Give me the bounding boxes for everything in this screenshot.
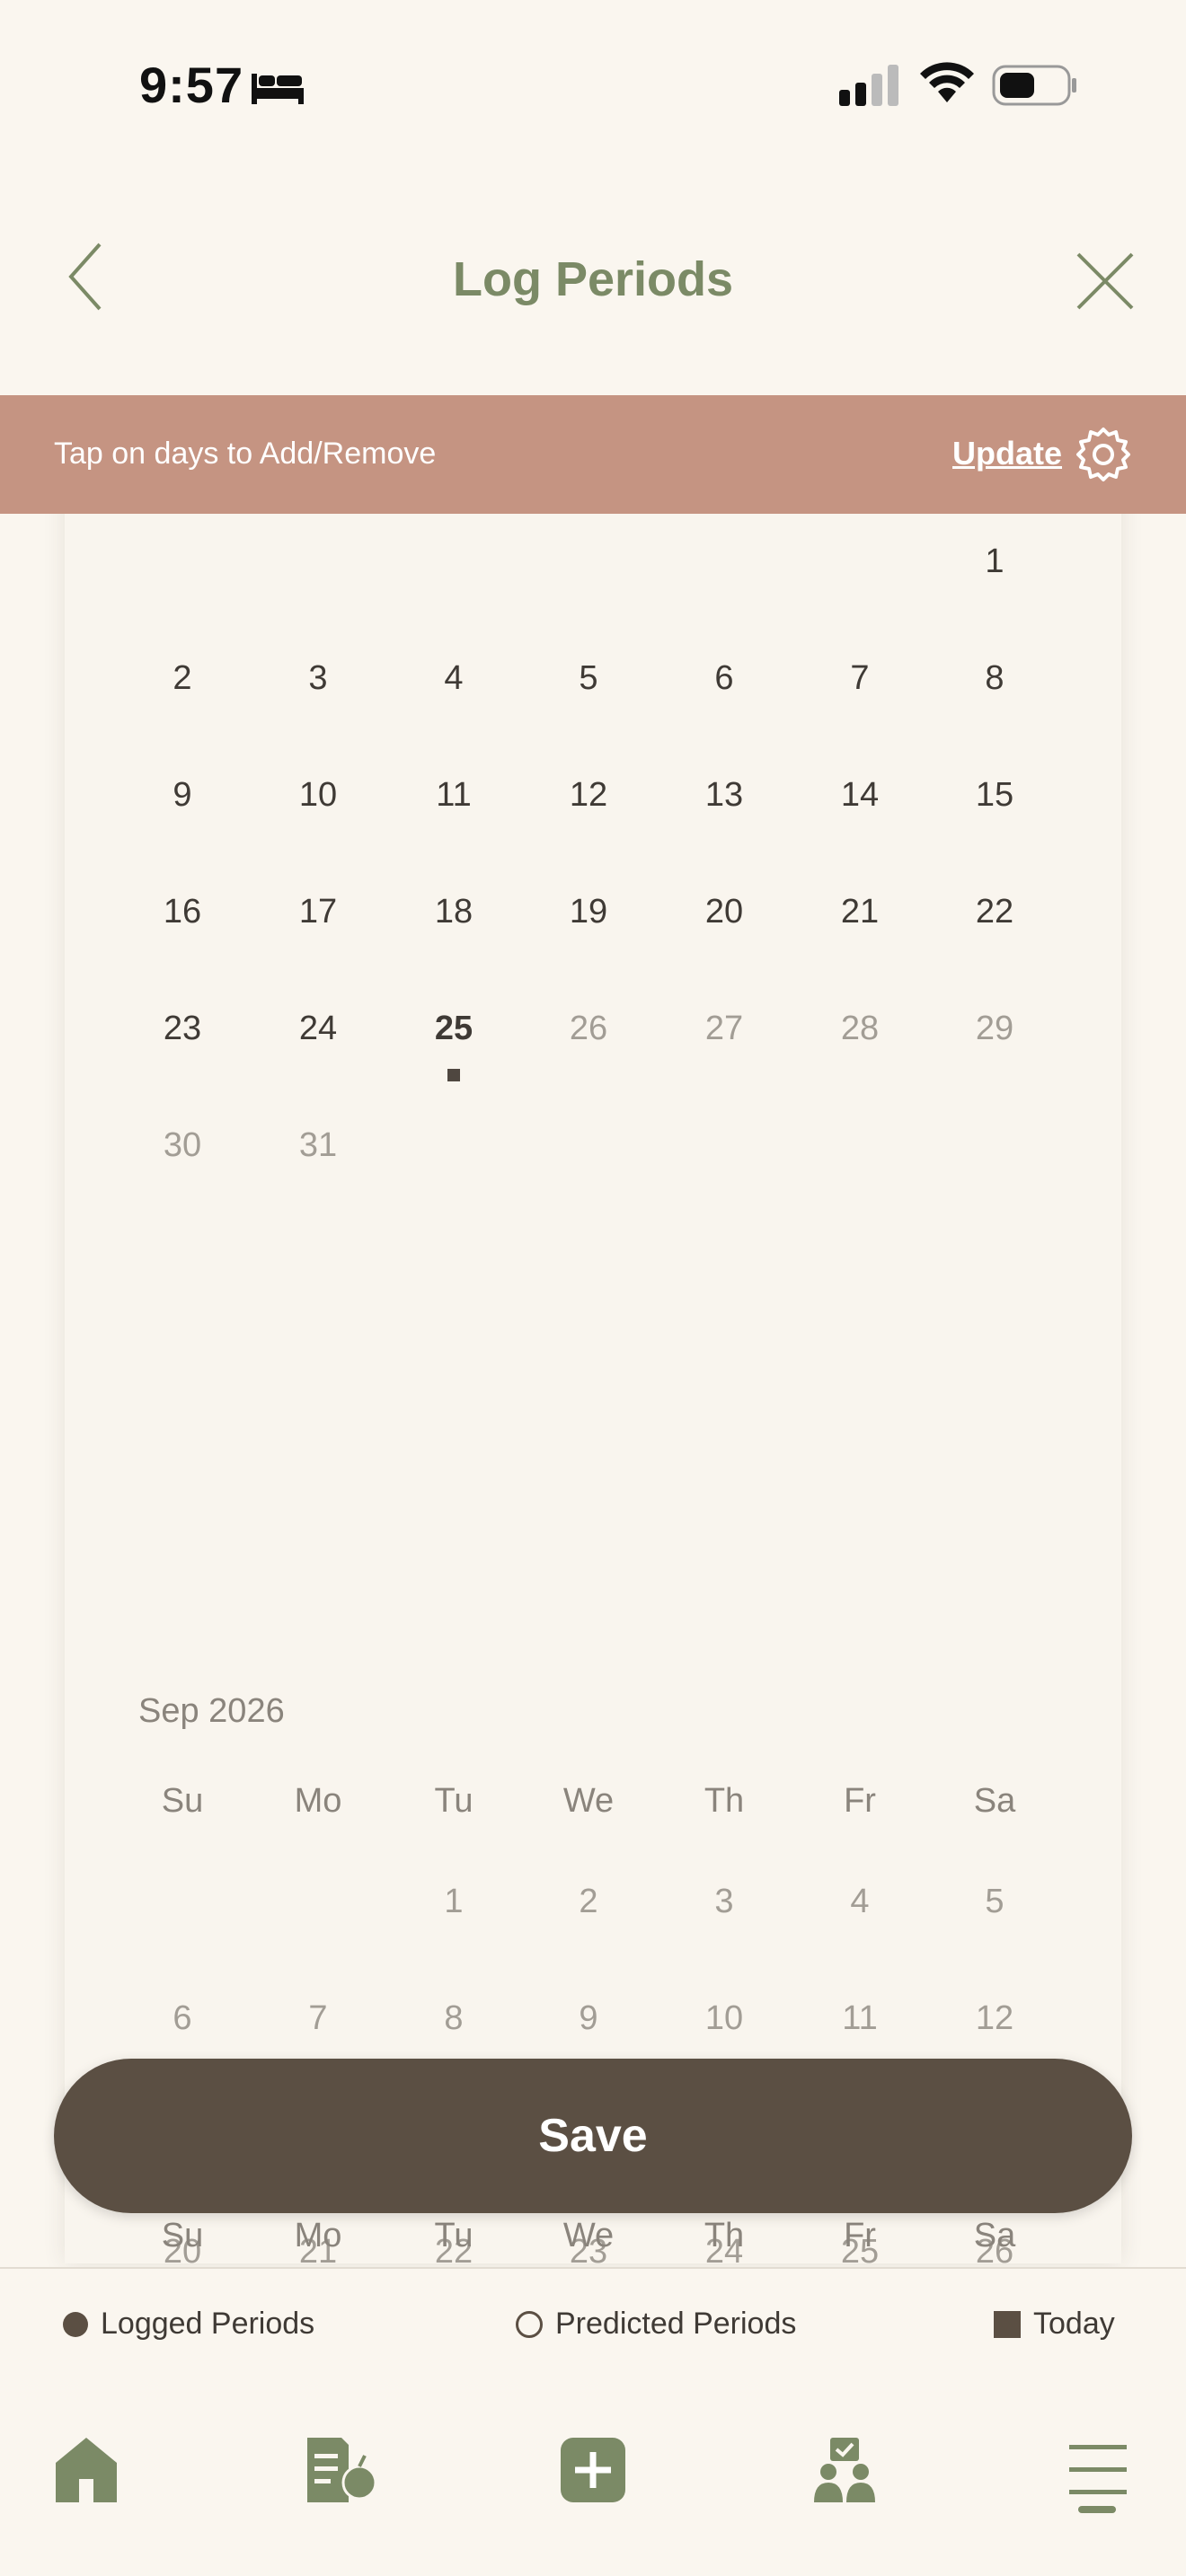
add-icon [559,2436,627,2509]
aug-day-cell[interactable]: 12 [521,776,656,815]
aug-day-cell[interactable]: 22 [927,893,1062,931]
menu-icon [1069,2443,1127,2501]
home-icon [54,2436,119,2509]
aug-day-cell[interactable]: 13 [657,776,792,815]
close-icon [1076,252,1134,314]
aug-day-cell[interactable]: 29 [927,1010,1062,1048]
weekday-label: We [562,1782,615,1820]
weekday-label: Mo [294,2217,342,2254]
update-link[interactable]: Update [952,435,1062,472]
aug-day-cell[interactable]: 16 [115,893,250,931]
header: Log Periods [0,198,1186,395]
aug-day-cell[interactable]: 15 [927,776,1062,815]
aug-day-cell[interactable]: 18 [386,893,521,931]
aug-day-cell[interactable]: 1 [927,543,1062,581]
sep-day-cell[interactable]: 5 [927,1883,1062,1921]
aug-day-cell[interactable]: 4 [386,659,521,698]
weekday-label: Th [704,1782,745,1820]
weekday-label: Sa [973,1782,1016,1820]
aug-day-cell[interactable]: 10 [251,776,385,815]
aug-day-cell[interactable]: 25 [386,1010,521,1048]
logged-dot-icon [63,2311,88,2337]
aug-day-cell[interactable]: 26 [521,1010,656,1048]
aug-day-cell[interactable]: 27 [657,1010,792,1048]
bed-icon [252,70,304,109]
legend: Logged Periods Predicted Periods Today [0,2267,1186,2380]
close-button[interactable] [1069,247,1141,319]
weekday-label: Mo [294,1782,342,1820]
aug-day-cell[interactable]: 23 [115,1010,250,1048]
status-time: 9:57 [139,57,244,113]
weekday-label: Sa [973,2217,1016,2254]
community-icon [812,2436,877,2509]
today-square-icon [994,2310,1021,2338]
month-label-sep: Sep 2026 [138,1692,285,1730]
weekday-label: Tu [434,2217,474,2254]
aug-day-cell[interactable]: 5 [521,659,656,698]
nav-home[interactable] [41,2427,131,2517]
legend-logged-label: Logged Periods [101,2307,315,2341]
aug-day-cell[interactable]: 17 [251,893,385,931]
sep-day-cell[interactable]: 12 [927,1999,1062,2038]
weekday-label: We [562,2217,615,2254]
battery-icon [992,65,1078,110]
predicted-dot-icon [516,2310,543,2338]
aug-day-cell[interactable]: 19 [521,893,656,931]
active-nav-indicator [1078,2506,1116,2513]
legend-today-label: Today [1033,2307,1115,2341]
gear-icon[interactable] [1075,426,1132,488]
nav-community[interactable] [800,2427,890,2517]
sep-day-cell[interactable]: 3 [657,1883,792,1921]
signal-icon [839,65,902,110]
aug-day-cell[interactable]: 8 [927,659,1062,698]
nav-food-log[interactable] [296,2427,386,2517]
banner-text: Tap on days to Add/Remove [54,437,437,471]
calendar-card: 1 2 3 4 5 6 7 8 9 10 11 12 13 14 15 16 17 18 19 20 21 22 23 24 2… [65,467,1121,2263]
legend-logged: Logged Periods [63,2307,314,2342]
aug-day-cell[interactable]: 3 [251,659,385,698]
page-title: Log Periods [452,252,734,306]
sep-day-cell[interactable]: 4 [792,1883,927,1921]
aug-day-cell[interactable]: 11 [386,776,521,815]
sep-day-cell[interactable]: 6 [115,1999,250,2038]
legend-predicted-label: Predicted Periods [555,2307,797,2341]
sep-day-cell[interactable]: 8 [386,1999,521,2038]
sep-day-cell[interactable]: 7 [251,1999,385,2038]
wifi-icon [918,59,976,109]
food-log-icon [305,2436,377,2509]
weekday-label: Su [161,1782,204,1820]
aug-day-cell[interactable]: 21 [792,893,927,931]
weekday-label: Fr [844,1782,876,1820]
aug-day-cell[interactable]: 28 [792,1010,927,1048]
bottom-nav [0,2378,1186,2576]
weekday-label: Su [161,2217,204,2254]
nav-add[interactable] [548,2427,638,2517]
aug-day-cell[interactable]: 24 [251,1010,385,1048]
aug-day-cell[interactable]: 30 [115,1126,250,1165]
today-marker [447,1069,460,1081]
aug-day-cell[interactable]: 6 [657,659,792,698]
instruction-banner: Tap on days to Add/Remove Update [0,395,1186,514]
aug-day-cell[interactable]: 2 [115,659,250,698]
legend-today: Today [994,2307,1115,2342]
legend-predicted: Predicted Periods [516,2307,796,2342]
weekday-label: Fr [844,2217,876,2254]
aug-day-cell[interactable]: 9 [115,776,250,815]
aug-day-cell[interactable]: 31 [251,1126,385,1165]
aug-day-cell[interactable]: 20 [657,893,792,931]
sep-day-cell[interactable]: 1 [386,1883,521,1921]
weekday-label: Th [704,2217,745,2254]
save-button[interactable]: Save [54,2059,1132,2213]
sep-day-cell[interactable]: 9 [521,1999,656,2038]
aug-day-cell[interactable]: 7 [792,659,927,698]
sep-day-cell[interactable]: 2 [521,1883,656,1921]
sep-day-cell[interactable]: 10 [657,1999,792,2038]
status-bar: 9:57 [0,0,1186,171]
aug-day-cell[interactable]: 14 [792,776,927,815]
sep-day-cell[interactable]: 11 [792,1999,927,2038]
nav-menu[interactable] [1053,2427,1143,2517]
weekday-label: Tu [434,1782,474,1820]
